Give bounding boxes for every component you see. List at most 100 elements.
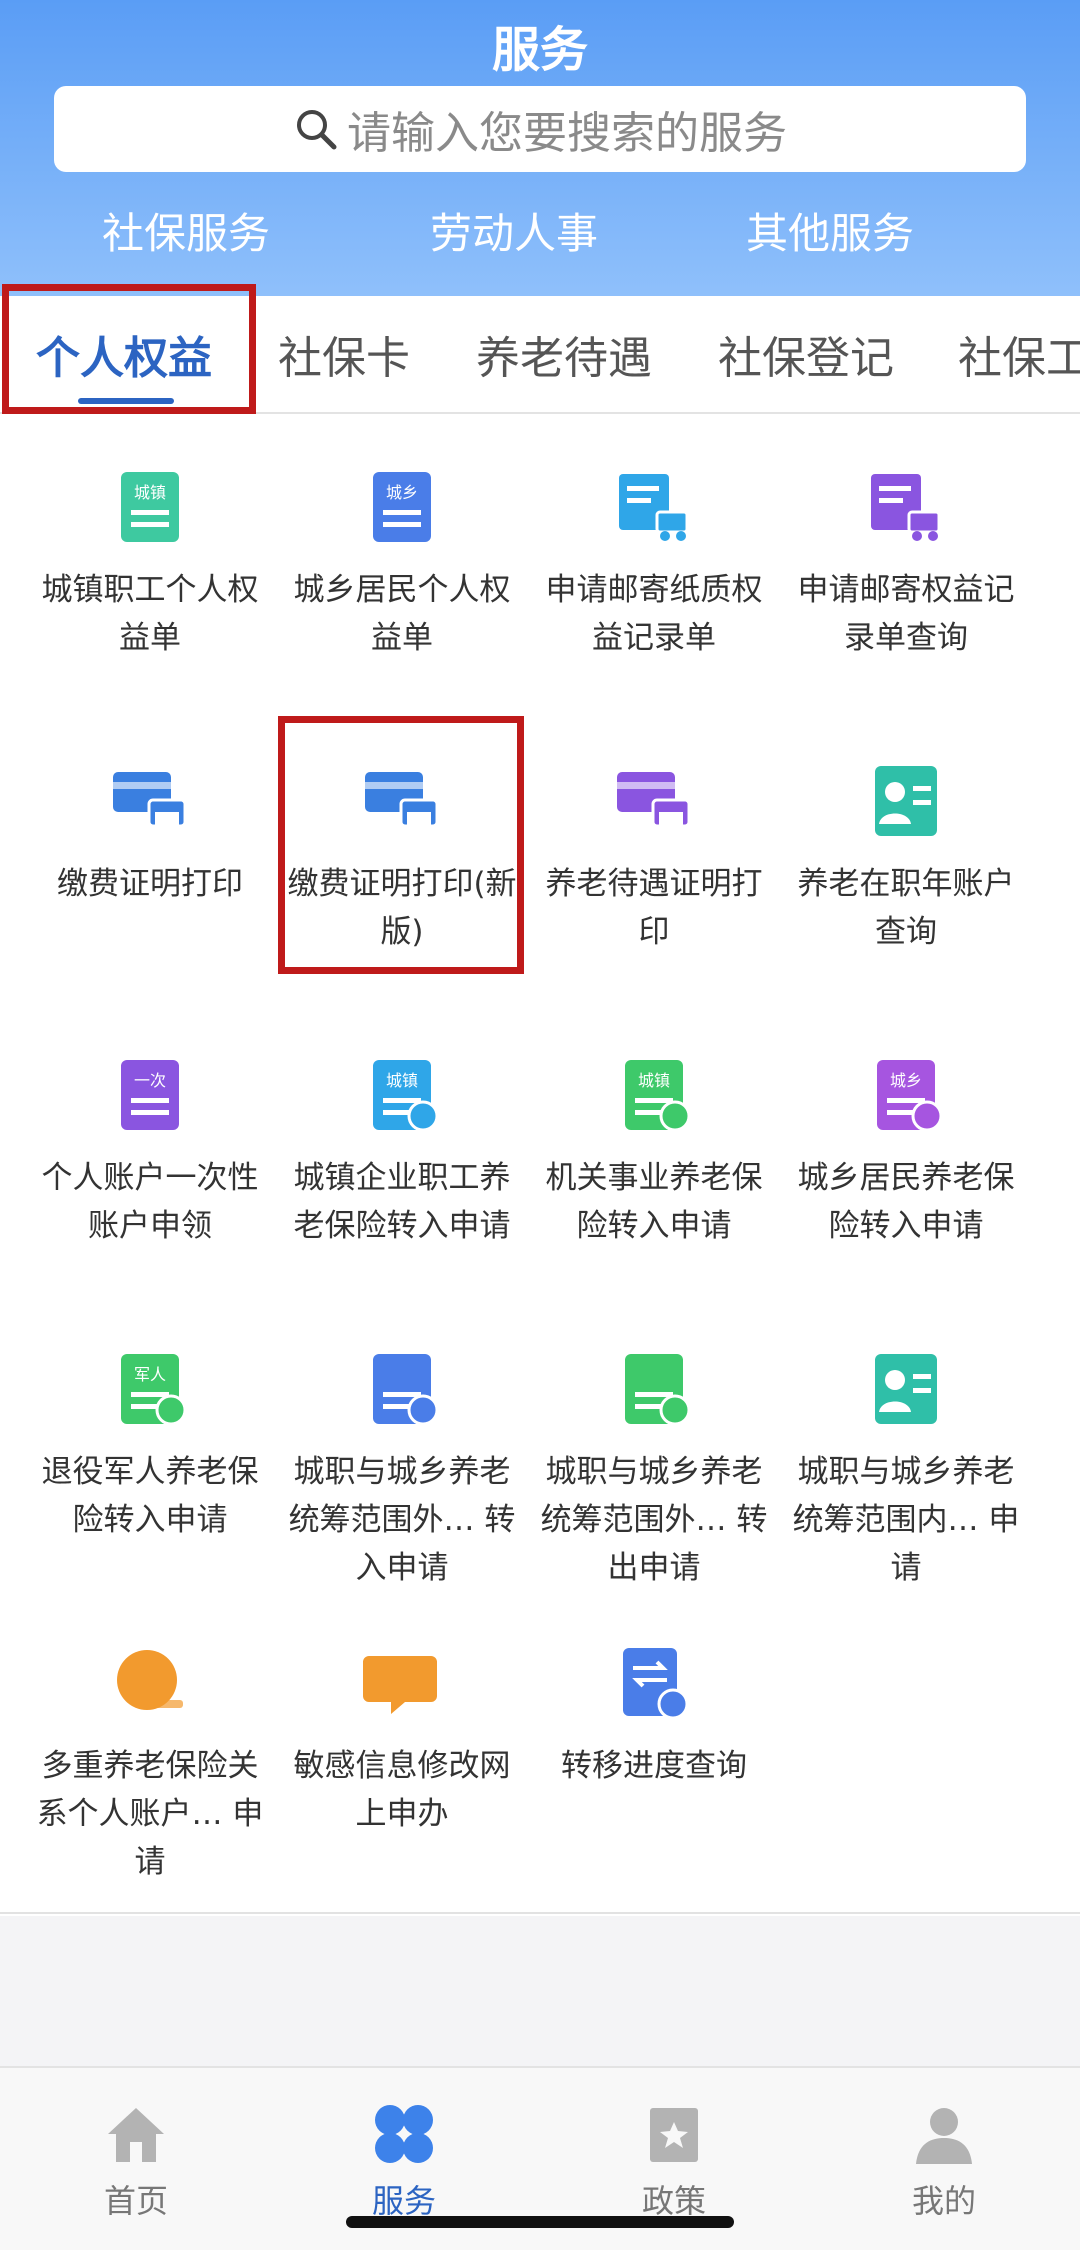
- service-icon-wrap: [613, 1642, 695, 1724]
- highlight-box-tab: [2, 284, 256, 414]
- service-label: 个人账户一次性账户申领: [41, 1160, 259, 1244]
- urban-transfer-in-icon: 城镇: [373, 1060, 439, 1132]
- service-icon-wrap: 一次: [109, 1054, 191, 1136]
- service-icon-wrap: [865, 466, 947, 548]
- svg-text:一次: 一次: [134, 1071, 166, 1090]
- service-label: 城职与城乡养老统筹范围内… 申请: [792, 1454, 1020, 1586]
- service-item[interactable]: 城镇城镇企业职工养老保险转入申请: [276, 1054, 528, 1250]
- nav-services[interactable]: 服务: [304, 2100, 504, 2222]
- service-item[interactable]: 城镇城镇职工个人权益单: [24, 466, 276, 662]
- coordination-edit-icon: [875, 1354, 937, 1424]
- service-item[interactable]: 军人退役军人养老保险转入申请: [24, 1348, 276, 1544]
- home-icon: [108, 2108, 164, 2162]
- service-item[interactable]: 城镇机关事业养老保险转入申请: [528, 1054, 780, 1250]
- service-icon-wrap: [865, 1348, 947, 1430]
- tab-other-services[interactable]: 其他服务: [746, 200, 914, 261]
- mail-truck-icon: [619, 474, 689, 541]
- tab-pension-benefits[interactable]: 养老待遇: [476, 322, 652, 386]
- search-icon: [297, 110, 337, 150]
- service-label: 城镇职工个人权益单: [41, 572, 259, 656]
- service-label: 缴费证明打印: [57, 866, 243, 902]
- tab-labor-personnel[interactable]: 劳动人事: [430, 200, 598, 261]
- card-printer-icon: [113, 772, 187, 828]
- service-item[interactable]: 缴费证明打印: [24, 760, 276, 908]
- service-icon-wrap: [613, 1348, 695, 1430]
- service-label: 城职与城乡养老统筹范围外… 转出申请: [540, 1454, 768, 1586]
- top-tabs: 社保服务 劳动人事 其他服务: [0, 200, 1080, 270]
- nav-policy[interactable]: 政策: [574, 2100, 774, 2222]
- service-item[interactable]: 养老在职年账户查询: [780, 760, 1032, 956]
- service-item[interactable]: 城职与城乡养老统筹范围外… 转出申请: [528, 1348, 780, 1592]
- nav-profile-label: 我的: [911, 2182, 976, 2220]
- svg-text:城乡: 城乡: [386, 483, 418, 502]
- service-label: 养老在职年账户查询: [797, 866, 1015, 950]
- tab-social-security-registration[interactable]: 社保登记: [718, 322, 894, 386]
- service-label: 敏感信息修改网上申办: [293, 1748, 511, 1832]
- service-icon-wrap: 城镇: [361, 1054, 443, 1136]
- home-indicator: [346, 2216, 734, 2228]
- service-icon-wrap: [361, 1348, 443, 1430]
- tab-social-security-services[interactable]: 社保服务: [102, 200, 270, 261]
- service-item[interactable]: 敏感信息修改网上申办: [276, 1642, 528, 1838]
- service-label: 机关事业养老保险转入申请: [545, 1160, 763, 1244]
- coordination-in-icon: [373, 1354, 439, 1426]
- service-item[interactable]: 城乡城乡居民养老保险转入申请: [780, 1054, 1032, 1250]
- service-icon-wrap: [613, 760, 695, 842]
- search-placeholder: 请输入您要搜索的服务: [347, 108, 787, 159]
- service-label: 转移进度查询: [561, 1748, 747, 1784]
- service-item[interactable]: 申请邮寄纸质权益记录单: [528, 466, 780, 662]
- service-icon-wrap: 城镇: [613, 1054, 695, 1136]
- one-time-icon: 一次: [121, 1060, 179, 1130]
- org-transfer-in-icon: 城镇: [625, 1060, 691, 1132]
- service-label: 退役军人养老保险转入申请: [41, 1454, 259, 1538]
- policy-icon: [650, 2108, 698, 2162]
- svg-text:城镇: 城镇: [638, 1071, 670, 1090]
- service-item[interactable]: 城职与城乡养老统筹范围内… 申请: [780, 1348, 1032, 1592]
- header: 服务 请输入您要搜索的服务 社保服务 劳动人事 其他服务: [0, 0, 1080, 296]
- service-label: 申请邮寄纸质权益记录单: [545, 572, 763, 656]
- service-item[interactable]: 城乡城乡居民个人权益单: [276, 466, 528, 662]
- tab-social-security-more[interactable]: 社保工: [958, 322, 1080, 386]
- service-icon-wrap: 军人: [109, 1348, 191, 1430]
- service-item[interactable]: 申请邮寄权益记录单查询: [780, 466, 1032, 662]
- svg-text:城乡: 城乡: [890, 1071, 922, 1090]
- page-title: 服务: [491, 22, 588, 78]
- yuan-coin-icon: [117, 1650, 183, 1710]
- nav-profile[interactable]: 我的: [844, 2100, 1044, 2222]
- service-icon-wrap: 城乡: [361, 466, 443, 548]
- veteran-transfer-in-icon: 军人: [121, 1354, 187, 1426]
- truck-search-icon: [871, 474, 941, 541]
- highlight-box-item: [278, 716, 524, 974]
- service-item[interactable]: 一次个人账户一次性账户申领: [24, 1054, 276, 1250]
- chat-password-icon: [363, 1656, 437, 1714]
- nav-home-label: 首页: [103, 2182, 168, 2220]
- tab-social-security-card[interactable]: 社保卡: [278, 322, 410, 386]
- service-item[interactable]: 多重养老保险关系个人账户… 申请: [24, 1642, 276, 1886]
- service-icon-wrap: [109, 760, 191, 842]
- person-list-icon: [875, 766, 937, 836]
- coordination-out-icon: [625, 1354, 691, 1426]
- pension-printer-icon: [617, 772, 691, 828]
- service-item[interactable]: 养老待遇证明打印: [528, 760, 780, 956]
- service-icon-wrap: [613, 466, 695, 548]
- transfer-progress-icon: [623, 1648, 689, 1720]
- nav-home[interactable]: 首页: [36, 2100, 236, 2222]
- search-input[interactable]: 请输入您要搜索的服务: [54, 86, 1026, 172]
- service-item[interactable]: 城职与城乡养老统筹范围外… 转入申请: [276, 1348, 528, 1592]
- service-item[interactable]: 转移进度查询: [528, 1642, 780, 1790]
- service-label: 城乡居民个人权益单: [293, 572, 511, 656]
- svg-text:城镇: 城镇: [386, 1071, 418, 1090]
- service-label: 城乡居民养老保险转入申请: [797, 1160, 1015, 1244]
- gray-spacer: [0, 1916, 1080, 2066]
- service-label: 城职与城乡养老统筹范围外… 转入申请: [288, 1454, 516, 1586]
- service-icon-wrap: [361, 1642, 443, 1724]
- svg-text:军人: 军人: [134, 1365, 166, 1384]
- service-icon-wrap: [865, 760, 947, 842]
- profile-icon: [916, 2108, 972, 2164]
- services-icon: [375, 2105, 433, 2163]
- service-label: 城镇企业职工养老保险转入申请: [293, 1160, 511, 1244]
- service-label: 多重养老保险关系个人账户… 申请: [36, 1748, 264, 1880]
- service-icon-wrap: 城镇: [109, 466, 191, 548]
- service-label: 养老待遇证明打印: [545, 866, 763, 950]
- service-icon-wrap: [109, 1642, 191, 1724]
